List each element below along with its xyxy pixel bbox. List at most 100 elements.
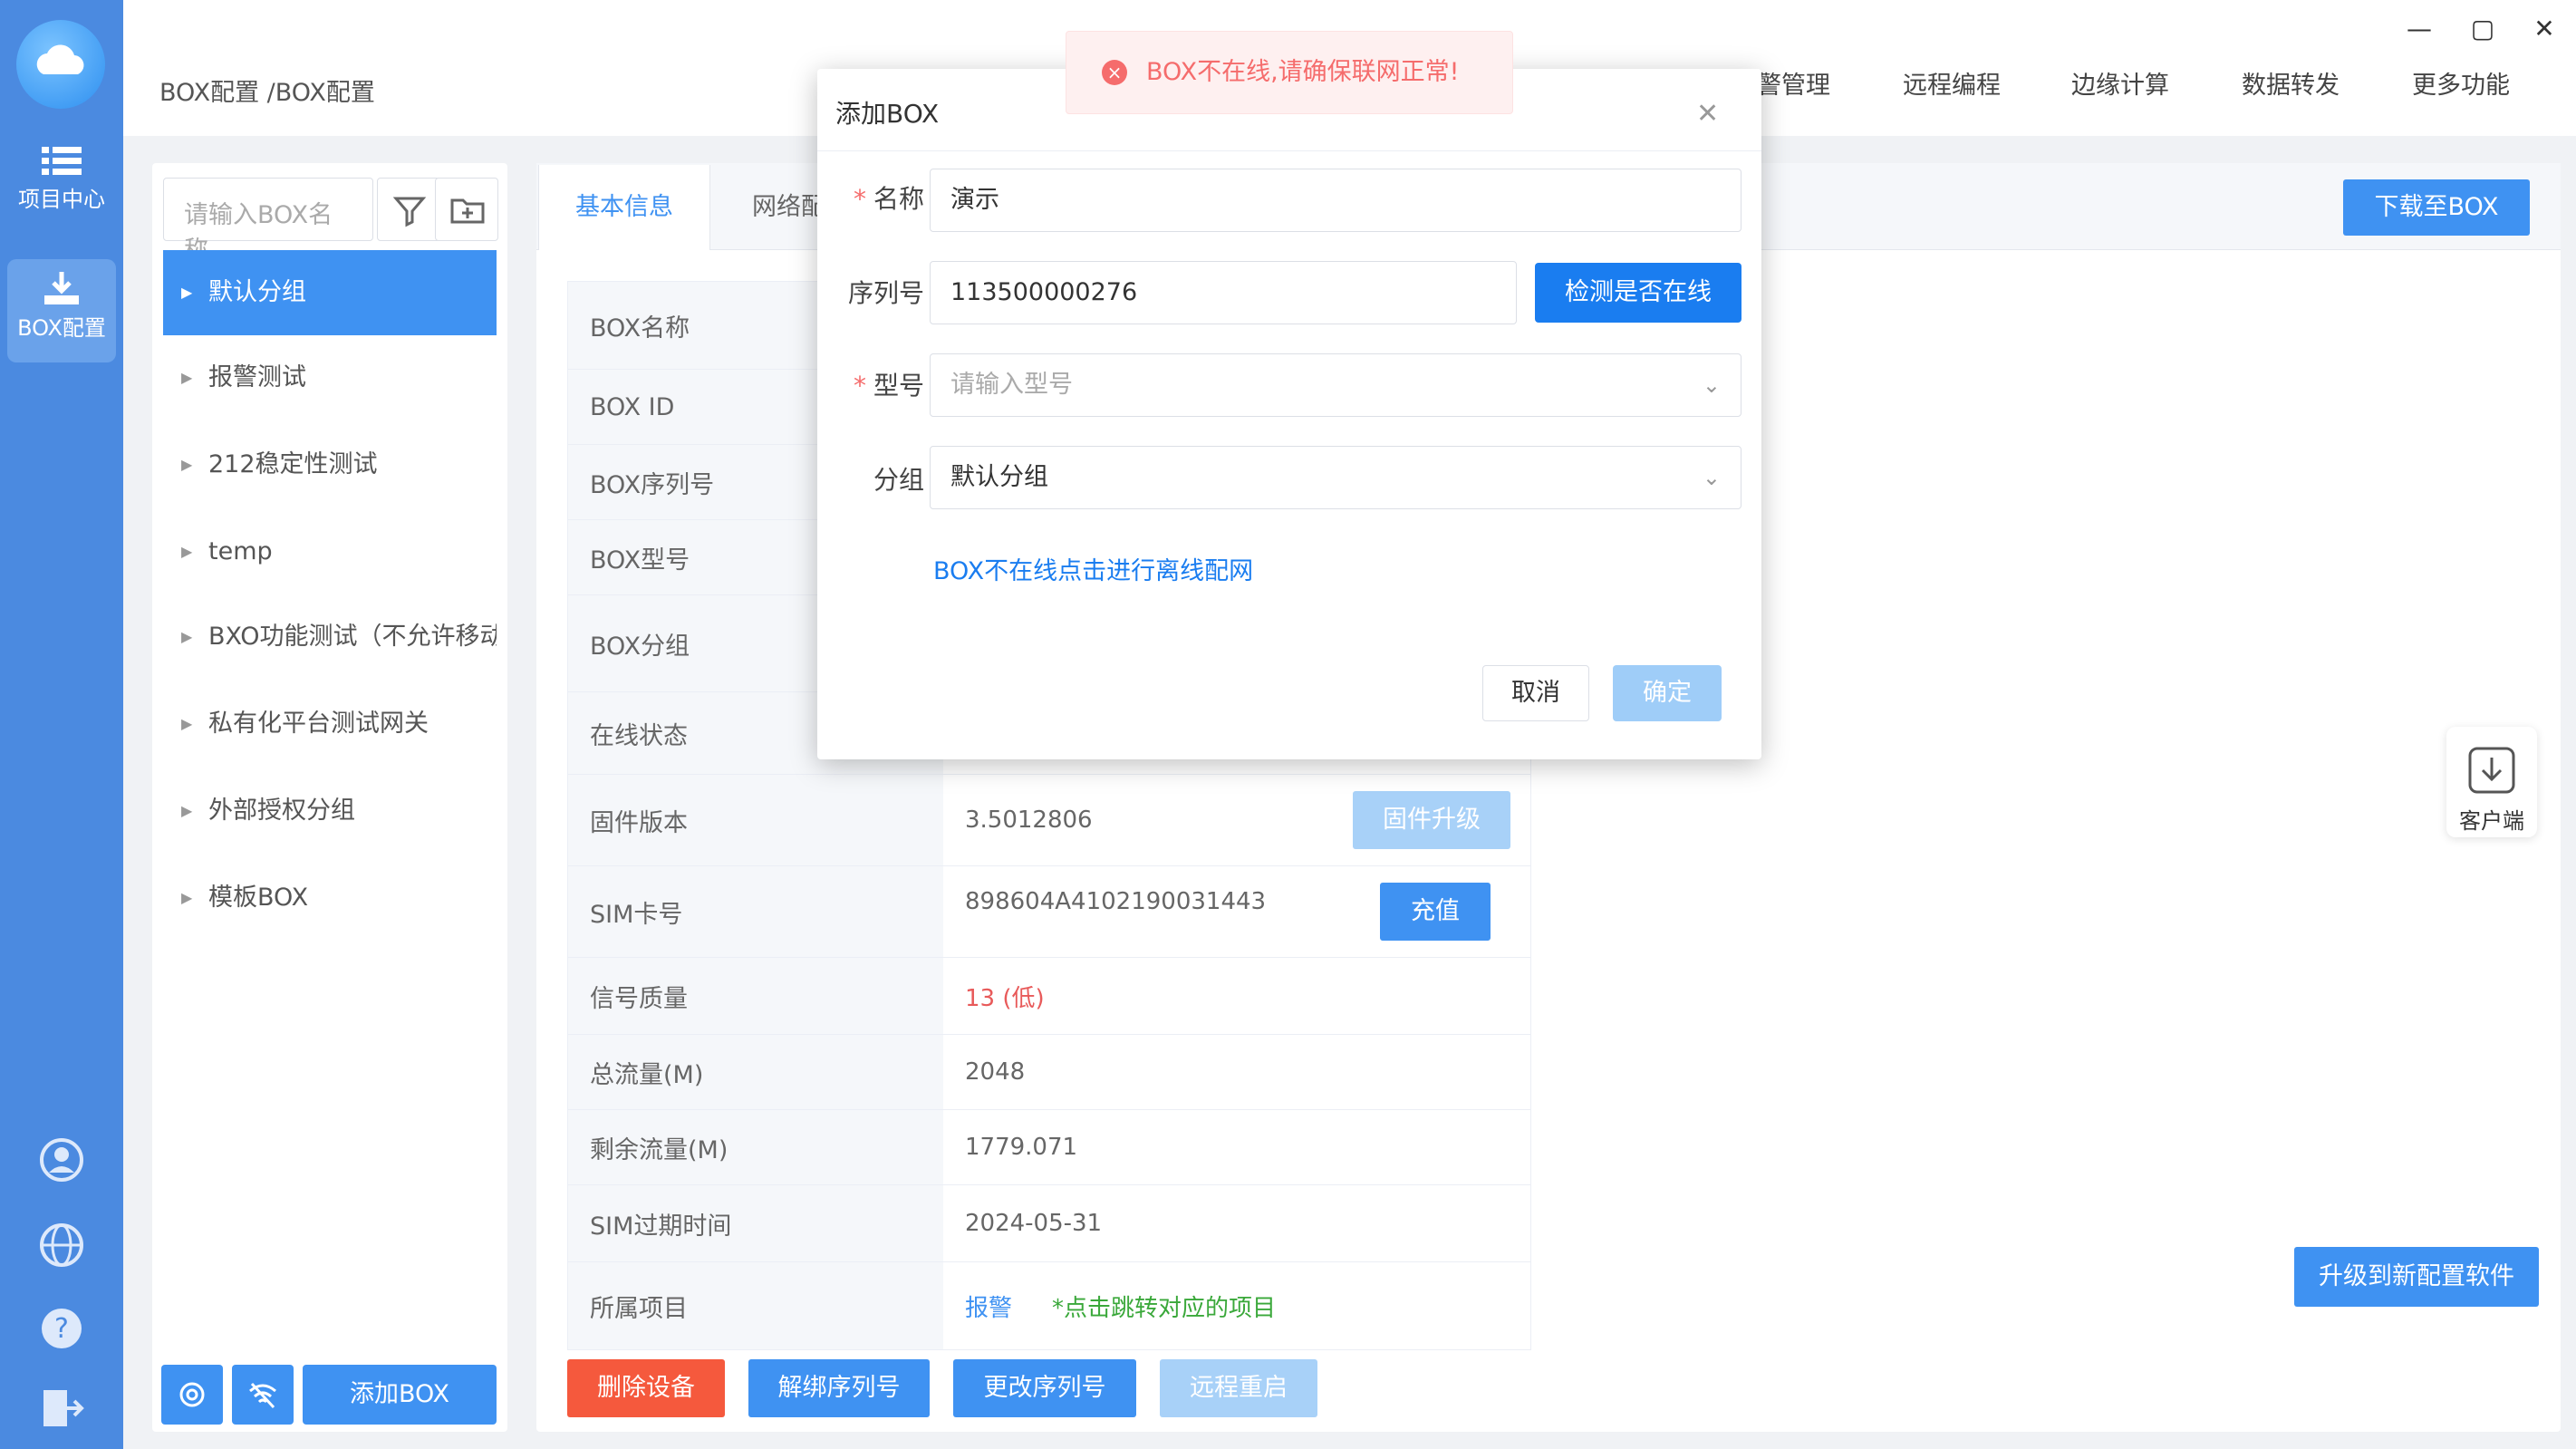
row-label: 总流量(M) bbox=[568, 1035, 943, 1109]
unbind-serial-button[interactable]: 解绑序列号 bbox=[748, 1359, 930, 1417]
maximize-icon[interactable]: ▢ bbox=[2466, 13, 2499, 45]
recharge-button[interactable]: 充值 bbox=[1380, 883, 1491, 941]
tree-item-default-group[interactable]: ▶ 默认分组 bbox=[163, 250, 497, 335]
tree-item[interactable]: ▶ 外部授权分组 bbox=[163, 768, 497, 854]
topnav-data-forwarding[interactable]: 数据转发 bbox=[2242, 65, 2340, 101]
tree-item-label: 模板BOX bbox=[208, 884, 309, 912]
row-value: 1779.071 bbox=[965, 1134, 1078, 1161]
user-icon[interactable] bbox=[36, 1135, 87, 1185]
add-folder-icon[interactable] bbox=[435, 178, 498, 241]
download-to-box-button[interactable]: 下载至BOX bbox=[2343, 179, 2530, 236]
tree-item[interactable]: ▶ 212稳定性测试 bbox=[163, 422, 497, 507]
name-label: * 名称 bbox=[853, 184, 924, 214]
change-serial-button[interactable]: 更改序列号 bbox=[953, 1359, 1136, 1417]
nav-project-center[interactable]: 项目中心 bbox=[7, 141, 116, 241]
tree-item[interactable]: ▶ 私有化平台测试网关 bbox=[163, 681, 497, 767]
close-icon[interactable]: ✕ bbox=[1696, 98, 1719, 130]
nav-box-config[interactable]: BOX配置 bbox=[7, 259, 116, 362]
offline-config-link[interactable]: BOX不在线点击进行离线配网 bbox=[933, 551, 1253, 586]
serial-label: 序列号 bbox=[847, 278, 924, 308]
dialog-divider bbox=[817, 150, 1761, 151]
topnav-edge-computing[interactable]: 边缘计算 bbox=[2071, 65, 2169, 101]
serial-input[interactable]: 113500000276 bbox=[930, 261, 1517, 324]
model-select[interactable]: 请输入型号 ⌄ bbox=[930, 353, 1741, 417]
logout-icon[interactable] bbox=[36, 1383, 87, 1434]
row-value-cell: 3.5012806 固件升级 bbox=[943, 775, 1530, 865]
row-value-cell: 898604A4102190031443 充值 bbox=[943, 866, 1530, 957]
firmware-upgrade-button[interactable]: 固件升级 bbox=[1353, 791, 1510, 849]
box-search-input[interactable]: 请输入BOX名称 bbox=[163, 178, 373, 265]
chevron-down-icon: ⌄ bbox=[1702, 465, 1721, 490]
tree-item-label: 默认分组 bbox=[208, 278, 306, 306]
tree-item-label: 私有化平台测试网关 bbox=[208, 710, 429, 738]
group-label: 分组 bbox=[873, 465, 924, 495]
tree-item[interactable]: ▶ temp bbox=[163, 509, 497, 594]
filter-icon[interactable] bbox=[377, 178, 440, 241]
model-placeholder: 请输入型号 bbox=[950, 371, 1073, 399]
row-label: SIM卡号 bbox=[568, 866, 943, 957]
tree-item-label: 报警测试 bbox=[208, 363, 306, 391]
tab-basic-info[interactable]: 基本信息 bbox=[538, 165, 710, 250]
row-label: 固件版本 bbox=[568, 775, 943, 865]
tree-item-label: BXO功能测试（不允许移动） bbox=[208, 623, 497, 651]
firmware-version: 3.5012806 bbox=[965, 807, 1093, 834]
offline-wifi-button[interactable] bbox=[232, 1365, 294, 1425]
tree-item[interactable]: ▶ 模板BOX bbox=[163, 855, 497, 941]
table-row: 固件版本 3.5012806 固件升级 bbox=[568, 775, 1530, 866]
dialog-title: 添加BOX bbox=[835, 99, 940, 129]
wifi-off-icon bbox=[249, 1382, 276, 1409]
list-icon bbox=[42, 147, 82, 175]
tree-item-label: temp bbox=[208, 537, 273, 565]
remote-restart-button[interactable]: 远程重启 bbox=[1160, 1359, 1317, 1417]
settings-button[interactable] bbox=[161, 1365, 223, 1425]
signal-quality-value: 13 (低) bbox=[965, 984, 1045, 1012]
upgrade-software-button[interactable]: 升级到新配置软件 bbox=[2294, 1247, 2539, 1307]
tree-item-label: 212稳定性测试 bbox=[208, 450, 378, 478]
nav-label: 项目中心 bbox=[18, 187, 105, 212]
download-icon bbox=[44, 272, 79, 304]
check-online-button[interactable]: 检测是否在线 bbox=[1535, 263, 1741, 323]
error-toast: BOX不在线,请确保联网正常! bbox=[1066, 31, 1513, 114]
row-value: 2048 bbox=[965, 1058, 1026, 1086]
topnav-more[interactable]: 更多功能 bbox=[2412, 65, 2510, 101]
table-row: 信号质量 13 (低) bbox=[568, 958, 1530, 1035]
table-row: 所属项目 报警 *点击跳转对应的项目 bbox=[568, 1262, 1530, 1349]
project-hint: *点击跳转对应的项目 bbox=[1052, 1294, 1277, 1322]
app-logo bbox=[16, 20, 105, 109]
row-value: 2024-05-31 bbox=[965, 1210, 1103, 1237]
group-select[interactable]: 默认分组 ⌄ bbox=[930, 446, 1741, 509]
topnav-remote-programming[interactable]: 远程编程 bbox=[1903, 65, 2001, 101]
chevron-down-icon: ⌄ bbox=[1702, 372, 1721, 398]
group-value: 默认分组 bbox=[950, 463, 1048, 491]
sim-number: 898604A4102190031443 bbox=[965, 888, 1267, 915]
row-label: SIM过期时间 bbox=[568, 1185, 943, 1261]
close-window-icon[interactable]: ✕ bbox=[2528, 13, 2561, 45]
nav-label: BOX配置 bbox=[17, 315, 106, 341]
error-icon: × bbox=[1102, 60, 1127, 85]
help-icon[interactable]: ? bbox=[36, 1303, 87, 1354]
gear-icon bbox=[179, 1382, 205, 1407]
table-row: SIM卡号 898604A4102190031443 充值 bbox=[568, 866, 1530, 958]
client-label: 客户端 bbox=[2459, 808, 2524, 834]
table-row: 总流量(M) 2048 bbox=[568, 1035, 1530, 1110]
project-link[interactable]: 报警 bbox=[965, 1290, 1012, 1323]
add-box-button[interactable]: 添加BOX bbox=[303, 1365, 497, 1425]
row-label: 信号质量 bbox=[568, 958, 943, 1034]
breadcrumb: BOX配置 /BOX配置 bbox=[159, 79, 375, 107]
row-label: 剩余流量(M) bbox=[568, 1110, 943, 1184]
delete-device-button[interactable]: 删除设备 bbox=[567, 1359, 725, 1417]
globe-icon[interactable] bbox=[36, 1220, 87, 1270]
table-row: SIM过期时间 2024-05-31 bbox=[568, 1185, 1530, 1262]
download-box-icon bbox=[2468, 747, 2515, 794]
client-download-button[interactable]: 客户端 bbox=[2446, 727, 2537, 837]
tree-item[interactable]: ▶ 报警测试 bbox=[163, 335, 497, 420]
row-value-cell: 报警 *点击跳转对应的项目 bbox=[943, 1262, 1530, 1349]
row-label: 所属项目 bbox=[568, 1262, 943, 1349]
minimize-icon[interactable]: — bbox=[2403, 13, 2436, 45]
svg-text:?: ? bbox=[54, 1313, 69, 1345]
confirm-button[interactable]: 确定 bbox=[1613, 665, 1722, 721]
model-label: * 型号 bbox=[853, 371, 924, 401]
tree-item[interactable]: ▶BXO功能测试（不允许移动） bbox=[163, 594, 497, 680]
name-input[interactable]: 演示 bbox=[930, 169, 1741, 232]
cancel-button[interactable]: 取消 bbox=[1482, 665, 1589, 721]
